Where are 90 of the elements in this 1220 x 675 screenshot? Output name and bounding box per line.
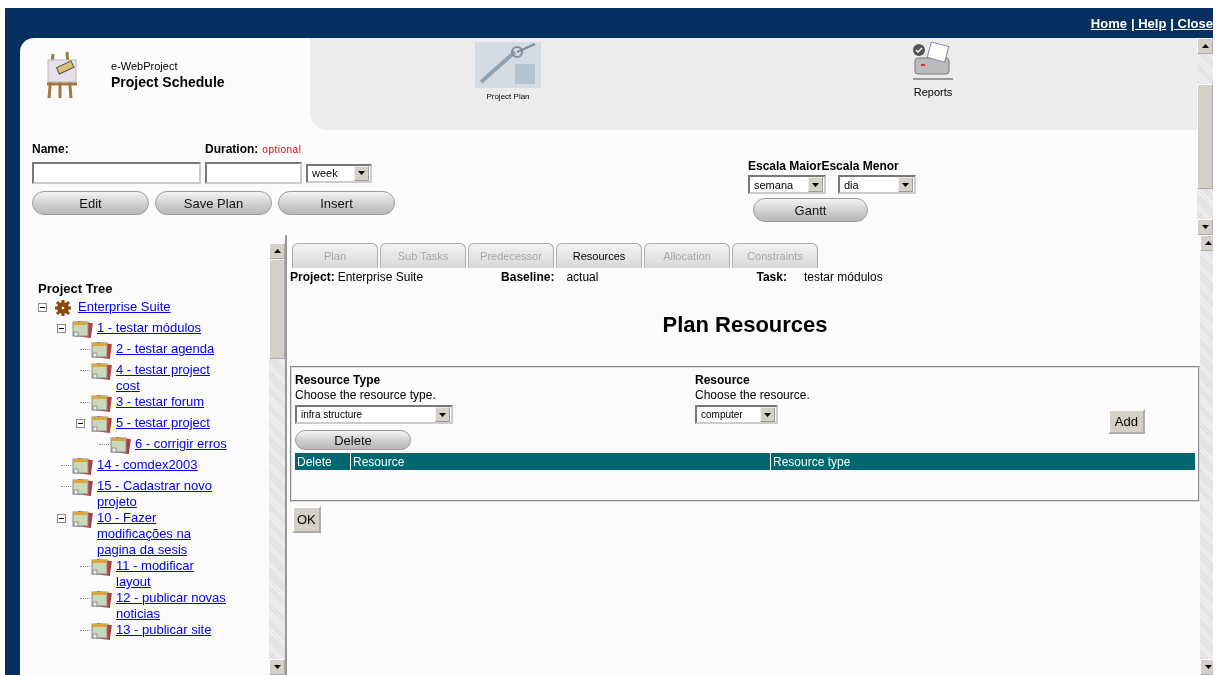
dropdown-arrow-icon	[812, 182, 819, 187]
task-icon	[71, 320, 93, 338]
printer-icon[interactable]	[911, 42, 955, 82]
column-header: Resource	[351, 453, 771, 470]
column-header: Delete	[295, 453, 351, 470]
task-icon	[71, 457, 93, 475]
scroll-down-icon[interactable]	[1204, 665, 1212, 669]
dropdown-arrow-icon	[358, 171, 365, 175]
scrollbar[interactable]	[269, 243, 285, 675]
scrollbar[interactable]	[1197, 38, 1213, 235]
toolbar-label[interactable]: Project Plan	[486, 92, 530, 101]
tree-item[interactable]: Enterprise Suite	[78, 299, 171, 315]
resource-type-select[interactable]: infra structure	[295, 405, 453, 424]
task-icon	[90, 622, 112, 640]
major-scale-label: Escala Maior	[748, 159, 822, 173]
name-label: Name:	[32, 142, 70, 156]
resource-select[interactable]: computer	[695, 405, 778, 424]
tree-item[interactable]: 11 - modificar layout	[116, 558, 231, 590]
tree-item[interactable]: 3 - testar forum	[116, 394, 205, 410]
scroll-up-icon[interactable]	[1204, 241, 1212, 245]
resource-type-hint: Choose the resource type.	[295, 388, 436, 402]
optional-note: optional	[262, 144, 302, 155]
tree-item[interactable]: 6 - corrigir erros	[135, 436, 227, 452]
task-icon	[71, 510, 93, 528]
resource-type-label: Resource Type	[295, 373, 381, 387]
tree-item[interactable]: 12 - publicar novas noticias	[116, 590, 231, 622]
scroll-down-icon[interactable]	[1201, 225, 1209, 229]
tree-item[interactable]: 2 - testar agenda	[116, 341, 215, 357]
nav-link[interactable]: | Close	[1170, 15, 1213, 31]
collapse-icon[interactable]	[57, 323, 66, 333]
page-heading: Plan Resources	[662, 312, 828, 338]
dropdown-arrow-icon	[764, 412, 771, 417]
task-icon	[90, 415, 112, 433]
tree-item[interactable]: 10 - Fazer modificações na pagina da sesis	[97, 510, 212, 558]
scrollbar-thumb[interactable]	[269, 259, 285, 359]
tree-item[interactable]: 14 - comdex2003	[97, 457, 198, 473]
info-label: Task:	[756, 270, 787, 284]
ok-button[interactable]: OK	[292, 506, 321, 533]
task-icon	[90, 590, 112, 608]
easel-icon	[45, 50, 79, 100]
delete-button[interactable]: Delete	[295, 430, 411, 450]
scrollbar[interactable]	[1200, 235, 1213, 675]
gantt-button[interactable]: Gantt	[753, 198, 868, 222]
task-icon	[90, 362, 112, 380]
scroll-up-icon[interactable]	[273, 249, 281, 253]
duration-input[interactable]	[205, 162, 302, 184]
info-value: actual	[566, 270, 599, 284]
task-icon	[90, 341, 112, 359]
column-header: Resource type	[772, 453, 852, 470]
toolbar-label[interactable]: Reports	[913, 86, 953, 98]
tree-item[interactable]: 13 - publicar site	[116, 622, 212, 638]
app-title: Project Schedule	[111, 74, 225, 90]
dropdown-arrow-icon	[439, 412, 446, 417]
add-button[interactable]: Add	[1107, 409, 1145, 434]
minor-scale-label: Escala Menor	[821, 159, 899, 173]
info-label: Project:	[290, 270, 335, 284]
tree-item[interactable]: 5 - testar project	[116, 415, 210, 431]
scroll-down-icon[interactable]	[273, 665, 281, 669]
tree-item[interactable]: 15 - Cadastrar novo projeto	[97, 478, 212, 510]
duration-label: Duration:	[205, 142, 259, 156]
tree-item[interactable]: 4 - testar project cost	[116, 362, 231, 394]
task-icon	[71, 478, 93, 496]
app-name: e-WebProject	[111, 60, 179, 72]
form-button[interactable]: Edit	[32, 191, 149, 215]
unit-select[interactable]: week	[306, 163, 372, 183]
name-input[interactable]	[32, 162, 201, 184]
nav-link[interactable]: Home	[1090, 15, 1127, 31]
resource-hint: Choose the resource.	[695, 388, 810, 402]
tree-title: Project Tree	[38, 281, 114, 296]
task-icon	[90, 394, 112, 412]
resource-label: Resource	[695, 373, 750, 387]
info-value: Enterprise Suite	[337, 270, 424, 284]
task-icon	[109, 436, 131, 454]
scrollbar-thumb[interactable]	[1197, 84, 1213, 189]
collapse-icon[interactable]	[76, 418, 85, 428]
scroll-up-icon[interactable]	[1201, 44, 1209, 48]
form-button[interactable]: Save Plan	[155, 191, 272, 215]
tree-item[interactable]: 1 - testar módulos	[97, 320, 202, 336]
nav-link[interactable]: | Help	[1130, 15, 1167, 31]
minor-scale-select[interactable]: dia	[838, 175, 916, 194]
info-label: Baseline:	[501, 270, 555, 284]
collapse-icon[interactable]	[57, 513, 66, 523]
form-button[interactable]: Insert	[278, 191, 395, 215]
collapse-icon[interactable]	[38, 302, 47, 312]
task-icon	[90, 558, 112, 576]
tab[interactable]: Resources	[556, 243, 642, 268]
major-scale-select[interactable]: semana	[748, 175, 826, 194]
gear-icon	[52, 299, 74, 317]
dropdown-arrow-icon	[902, 182, 909, 187]
info-value: testar módulos	[803, 270, 883, 284]
